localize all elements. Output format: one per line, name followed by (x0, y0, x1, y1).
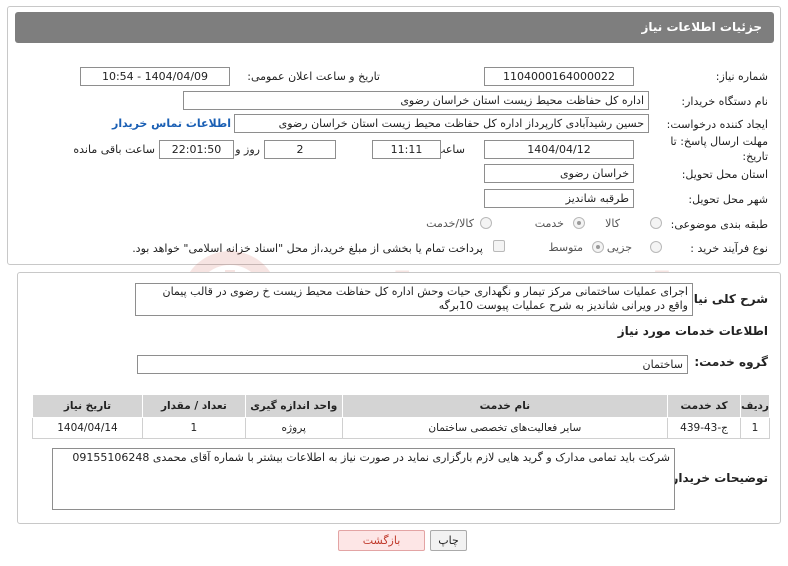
requester-field: حسین رشیدآبادی کارپرداز اداره کل حفاظت م… (234, 114, 649, 133)
category-option-goods: کالا (605, 217, 620, 230)
cell-need-date: 1404/04/14 (32, 417, 143, 439)
services-heading: اطلاعات خدمات مورد نیاز (617, 324, 768, 338)
deadline-date-field: 1404/04/12 (484, 140, 634, 159)
panel-header: جزئیات اطلاعات نیاز (15, 12, 774, 43)
col-service-code: کد خدمت (667, 394, 742, 418)
table-row: 1 ج-43-439 سایر فعالیت‌های تخصصی ساختمان… (32, 417, 770, 439)
col-need-date: تاریخ نیاز (32, 394, 143, 418)
purchase-option-minor: جزیی (606, 241, 632, 254)
buyer-notes-label: توضیحات خریدار: (666, 471, 768, 485)
services-table: ردیف کد خدمت نام خدمت واحد اندازه گیری ت… (32, 394, 770, 439)
purchase-radio-medium[interactable] (592, 241, 604, 253)
col-quantity: تعداد / مقدار (141, 394, 246, 418)
remaining-time-label: ساعت باقی مانده (73, 143, 155, 156)
buyer-org-field: اداره کل حفاظت محیط زیست استان خراسان رض… (183, 91, 649, 110)
buyer-org-label: نام دستگاه خریدار: (681, 95, 768, 108)
need-number-field: 1104000164000022 (484, 67, 634, 86)
need-number-label: شماره نیاز: (715, 70, 768, 83)
print-button[interactable]: چاپ (430, 530, 467, 551)
deadline-label: مهلت ارسال پاسخ: تا تاریخ: (670, 135, 768, 163)
category-radio-goods-service[interactable] (480, 217, 492, 229)
deadline-days-label: روز و (235, 143, 260, 156)
delivery-province-label: استان محل تحویل: (681, 168, 768, 181)
category-radio-service[interactable] (573, 217, 585, 229)
purchase-type-label: نوع فرآیند خرید : (690, 242, 768, 255)
buyer-notes-textarea[interactable]: شرکت باید تمامی مدارک و گرید هایی لازم ب… (52, 448, 675, 510)
deadline-time-field: 11:11 (372, 140, 441, 159)
back-button[interactable]: بازگشت (338, 530, 425, 551)
col-service-name: نام خدمت (341, 394, 669, 418)
cell-row-number: 1 (740, 417, 770, 439)
service-group-field: ساختمان (137, 355, 688, 374)
treasury-payment-checkbox[interactable] (493, 240, 505, 252)
requester-label: ایجاد کننده درخواست: (666, 118, 768, 131)
purchase-option-medium: متوسط (548, 241, 583, 254)
panel-title: جزئیات اطلاعات نیاز (641, 20, 762, 34)
remaining-time-field: 22:01:50 (159, 140, 234, 159)
service-group-label: گروه خدمت: (694, 355, 768, 369)
category-radio-goods[interactable] (650, 217, 662, 229)
summary-label: شرح کلی نیاز: (682, 292, 768, 306)
table-header-row: ردیف کد خدمت نام خدمت واحد اندازه گیری ت… (32, 394, 770, 418)
category-option-service: خدمت (534, 217, 564, 230)
cell-unit: پروژه (244, 417, 343, 439)
delivery-province-field: خراسان رضوی (484, 164, 634, 183)
category-option-goods-service: کالا/خدمت (426, 217, 474, 230)
deadline-days-field: 2 (264, 140, 336, 159)
delivery-city-field: طرقبه شاندیز (484, 189, 634, 208)
purchase-radio-minor[interactable] (650, 241, 662, 253)
buyer-contact-link[interactable]: اطلاعات تماس خریدار (112, 117, 231, 130)
cell-quantity: 1 (141, 417, 246, 439)
cell-service-name: سایر فعالیت‌های تخصصی ساختمان (341, 417, 669, 439)
delivery-city-label: شهر محل تحویل: (688, 193, 768, 206)
treasury-payment-note: پرداخت تمام یا بخشی از مبلغ خرید،از محل … (132, 242, 483, 255)
col-row-number: ردیف (740, 394, 770, 418)
summary-textarea[interactable]: اجرای عملیات ساختمانی مرکز تیمار و نگهدا… (135, 283, 693, 316)
announce-datetime-field: 1404/04/09 - 10:54 (80, 67, 230, 86)
col-unit: واحد اندازه گیری (244, 394, 343, 418)
cell-service-code: ج-43-439 (667, 417, 742, 439)
category-label: طبقه بندی موضوعی: (670, 218, 768, 231)
announce-datetime-label: تاریخ و ساعت اعلان عمومی: (247, 70, 380, 83)
